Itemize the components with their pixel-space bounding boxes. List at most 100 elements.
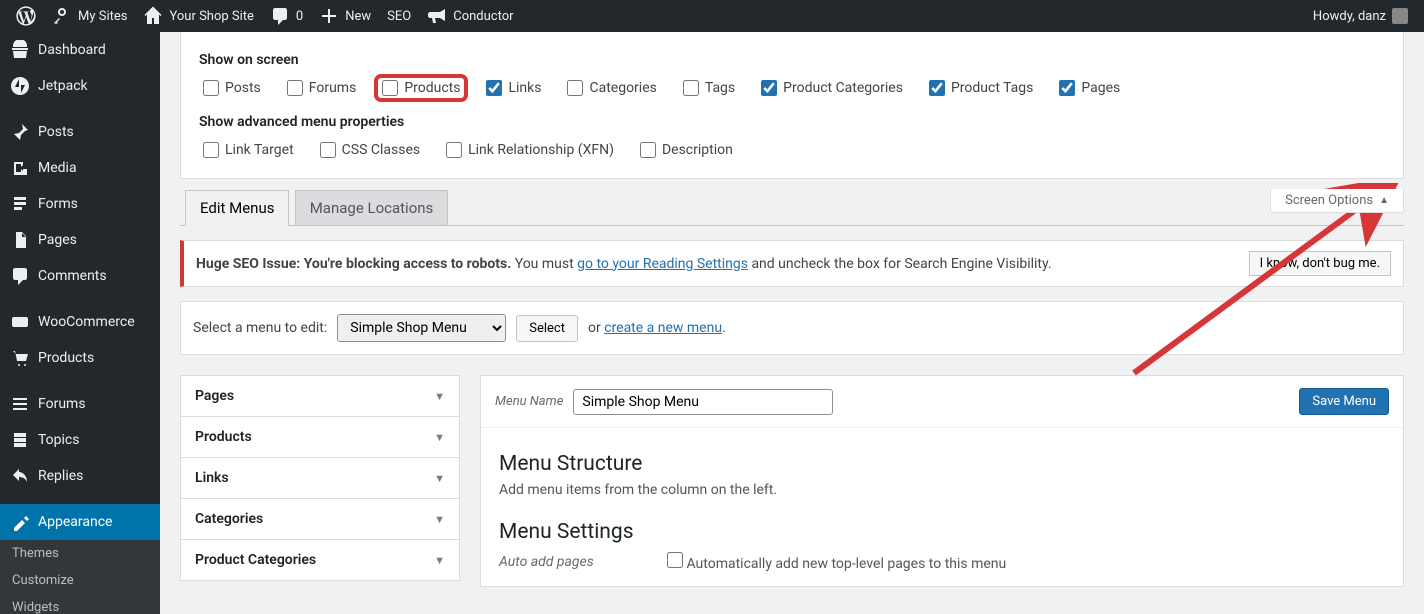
auto-add-checkbox-label[interactable]: Automatically add new top-level pages to… <box>667 552 1006 572</box>
screen-box-checkbox[interactable] <box>567 80 583 96</box>
sidebar-item-appearance[interactable]: Appearance <box>0 504 160 540</box>
sidebar-item-pages[interactable]: Pages <box>0 222 160 258</box>
accordion-products[interactable]: Products▼ <box>181 417 459 457</box>
screen-box-checkbox[interactable] <box>1059 80 1075 96</box>
notice-link[interactable]: go to your Reading Settings <box>577 256 748 272</box>
site-name[interactable]: Your Shop Site <box>135 0 261 32</box>
save-menu-button[interactable]: Save Menu <box>1299 388 1389 415</box>
accordion-pages[interactable]: Pages▼ <box>181 376 459 416</box>
screen-box-forums[interactable]: Forums <box>283 78 361 98</box>
accordion-categories[interactable]: Categories▼ <box>181 499 459 539</box>
seo-notice: Huge SEO Issue: You're blocking access t… <box>180 240 1404 287</box>
sidebar-item-dashboard[interactable]: Dashboard <box>0 32 160 68</box>
home-icon <box>143 6 163 26</box>
adv-prop-link-target[interactable]: Link Target <box>199 140 298 160</box>
menu-structure-title: Menu Structure <box>499 452 1385 476</box>
notice-dismiss-button[interactable]: I know, don't bug me. <box>1249 251 1391 276</box>
submenu-item-customize[interactable]: Customize <box>0 567 160 594</box>
comments-icon <box>10 266 30 286</box>
sidebar-item-media[interactable]: Media <box>0 150 160 186</box>
pin-icon <box>10 122 30 142</box>
create-new-menu-link[interactable]: create a new menu <box>604 320 722 336</box>
admin-sidebar: DashboardJetpack Posts Media FormsPages Comm… <box>0 32 160 614</box>
screen-options-toggle[interactable]: Screen Options ▲ <box>1270 189 1404 213</box>
screen-box-checkbox[interactable] <box>683 80 699 96</box>
adv-prop-description[interactable]: Description <box>636 140 737 160</box>
adv-prop-checkbox[interactable] <box>446 142 462 158</box>
screen-boxes-row: Posts Forums Products Links Categories T… <box>199 78 1385 98</box>
adv-props-title: Show advanced menu properties <box>199 114 1385 130</box>
screen-options-label: Screen Options <box>1285 193 1373 208</box>
accordion-product-categories[interactable]: Product Categories▼ <box>181 540 459 580</box>
megaphone-icon <box>427 6 447 26</box>
wp-logo[interactable] <box>8 0 44 32</box>
notice-suffix: and uncheck the box for Search Engine Vi… <box>748 256 1052 272</box>
screen-box-links[interactable]: Links <box>482 78 545 98</box>
screen-box-checkbox[interactable] <box>761 80 777 96</box>
menu-structure-help: Add menu items from the column on the le… <box>499 482 1385 498</box>
screen-box-categories[interactable]: Categories <box>563 78 660 98</box>
select-menu-button[interactable]: Select <box>516 315 578 342</box>
screen-box-checkbox[interactable] <box>382 80 398 96</box>
sidebar-item-products[interactable]: Products <box>0 340 160 376</box>
new-content[interactable]: New <box>311 0 379 32</box>
adv-prop-css-classes[interactable]: CSS Classes <box>316 140 424 160</box>
screen-box-checkbox[interactable] <box>203 80 219 96</box>
howdy-user[interactable]: Howdy, danz <box>1305 0 1416 32</box>
sidebar-item-forms[interactable]: Forms <box>0 186 160 222</box>
comments-count[interactable]: 0 <box>262 0 311 32</box>
sidebar-item-label: Forums <box>38 396 86 412</box>
tab-manage-locations[interactable]: Manage Locations <box>295 190 449 225</box>
seo-menu[interactable]: SEO <box>379 0 419 32</box>
sidebar-item-comments[interactable]: Comments <box>0 258 160 294</box>
screen-box-checkbox[interactable] <box>486 80 502 96</box>
cart-icon <box>10 348 30 368</box>
dot: . <box>722 320 726 336</box>
sidebar-item-topics[interactable]: Topics <box>0 422 160 458</box>
submenu-item-themes[interactable]: Themes <box>0 540 160 567</box>
sidebar-item-replies[interactable]: Replies <box>0 458 160 494</box>
chevron-down-icon: ▼ <box>434 513 445 526</box>
auto-add-checkbox[interactable] <box>667 552 683 568</box>
user-avatar <box>1392 8 1408 24</box>
screen-box-pages[interactable]: Pages <box>1055 78 1124 98</box>
screen-box-product-tags[interactable]: Product Tags <box>925 78 1037 98</box>
nav-tabs: Edit Menus Manage Locations <box>180 189 1404 226</box>
adv-prop-checkbox[interactable] <box>320 142 336 158</box>
screen-box-product-categories[interactable]: Product Categories <box>757 78 907 98</box>
appearance-icon <box>10 512 30 532</box>
sidebar-item-posts[interactable]: Posts <box>0 114 160 150</box>
woo-icon <box>10 312 30 332</box>
or-text: or <box>588 320 604 336</box>
screen-box-posts[interactable]: Posts <box>199 78 265 98</box>
screen-box-tags[interactable]: Tags <box>679 78 739 98</box>
menu-select-dropdown[interactable]: Simple Shop Menu <box>337 314 506 342</box>
wordpress-icon <box>16 6 36 26</box>
sidebar-item-jetpack[interactable]: Jetpack <box>0 68 160 104</box>
submenu-item-widgets[interactable]: Widgets <box>0 594 160 614</box>
chevron-down-icon: ▼ <box>434 554 445 567</box>
screen-box-checkbox[interactable] <box>287 80 303 96</box>
adv-prop-checkbox[interactable] <box>640 142 656 158</box>
sidebar-item-label: Media <box>38 160 77 176</box>
accordion-links[interactable]: Links▼ <box>181 458 459 498</box>
notice-prefix: Huge SEO Issue: You're blocking access t… <box>196 256 511 272</box>
menu-items-accordion: Pages▼Products▼Links▼Categories▼Product … <box>180 375 460 581</box>
screen-box-products[interactable]: Products <box>378 78 464 98</box>
tab-edit-menus[interactable]: Edit Menus <box>185 190 289 226</box>
my-sites[interactable]: My Sites <box>44 0 135 32</box>
sidebar-item-label: Replies <box>38 468 83 484</box>
screen-box-checkbox[interactable] <box>929 80 945 96</box>
menu-name-input[interactable] <box>573 389 833 415</box>
adv-prop-checkbox[interactable] <box>203 142 219 158</box>
topics-icon <box>10 430 30 450</box>
jetpack-icon <box>10 76 30 96</box>
sidebar-item-forums[interactable]: Forums <box>0 386 160 422</box>
sidebar-item-label: WooCommerce <box>38 314 135 330</box>
sidebar-item-woocommerce[interactable]: WooCommerce <box>0 304 160 340</box>
conductor-menu[interactable]: Conductor <box>419 0 521 32</box>
sidebar-item-label: Comments <box>38 268 107 284</box>
adv-prop-link-relationship-xfn-[interactable]: Link Relationship (XFN) <box>442 140 618 160</box>
conductor-label: Conductor <box>453 9 513 24</box>
sidebar-item-label: Products <box>38 350 94 366</box>
